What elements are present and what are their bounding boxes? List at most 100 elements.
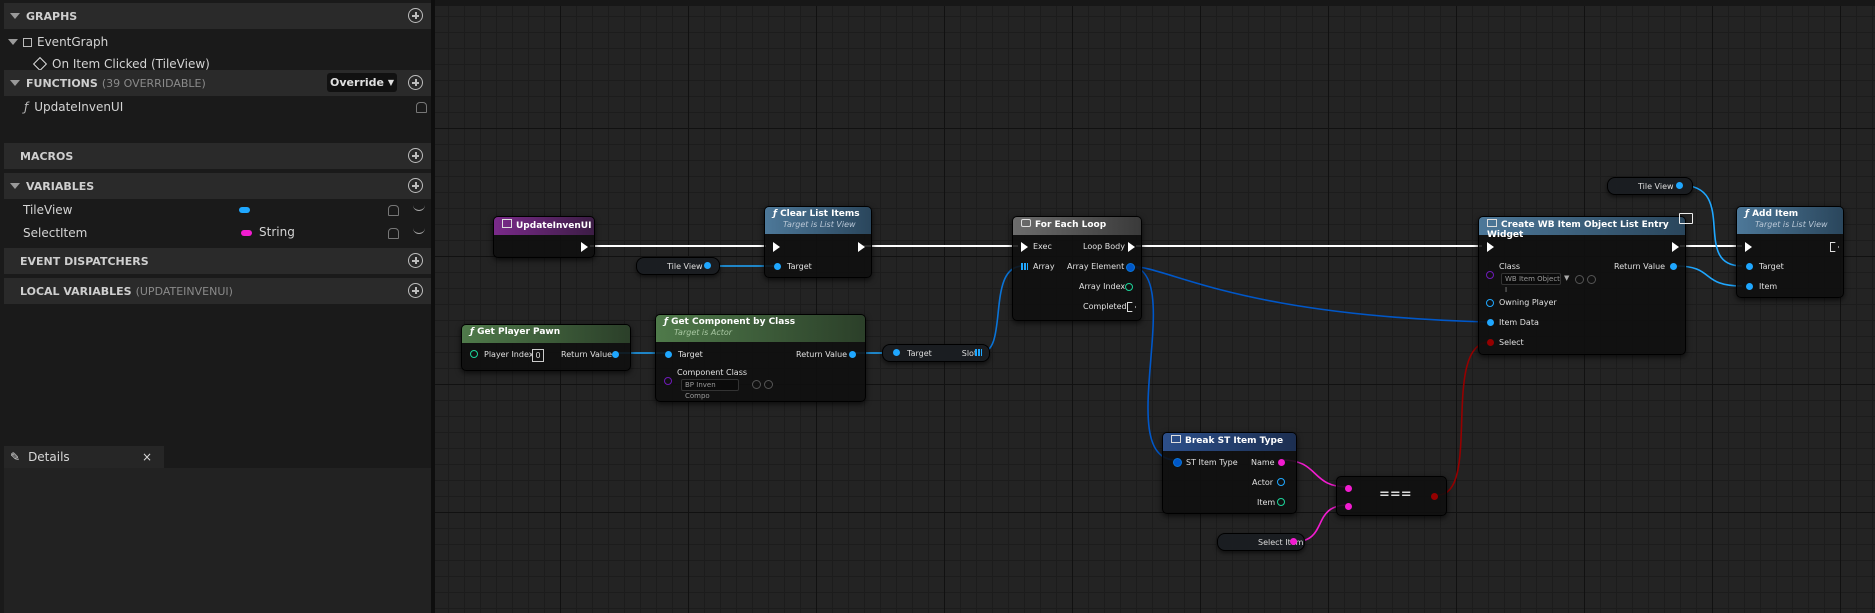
node-title: Clear List Items [780,209,860,219]
return-value-pin-label: Return Value [796,350,848,359]
browse-icon[interactable] [764,380,773,389]
target-input-pin[interactable] [665,351,672,358]
get-component-by-class-node[interactable]: ƒ Get Component by Class Target is Actor… [655,314,866,402]
exec-pin-label: Exec [1033,242,1052,251]
return-value-pin-label: Return Value [1614,262,1666,271]
object-wire [1679,184,1743,267]
component-class-value: BP Inven Compo [685,381,716,400]
select-input-pin[interactable] [1487,339,1494,346]
player-index-input[interactable]: 0 [532,349,544,362]
bool-wire [1437,341,1491,496]
function-icon: ƒ [773,209,777,219]
use-asset-icon[interactable] [1575,275,1584,284]
struct-wire [1127,265,1489,323]
return-value-pin-label: Return Value [561,350,613,359]
exec-output-pin[interactable] [1830,242,1839,252]
node-header: ƒ Add Item Target is List View [1737,207,1843,234]
exec-output-pin[interactable] [581,242,588,252]
target-pin-label: Target [678,350,703,359]
node-header: Create WB Item Object List Entry Widget [1479,213,1693,240]
exec-input-pin[interactable] [1021,242,1028,252]
name-pin-label: Name [1251,458,1275,467]
tileview-getter-node[interactable]: Tile View [636,257,720,275]
array-pin-label: Array [1033,262,1055,271]
name-output-pin[interactable] [1278,459,1285,466]
item-data-pin-label: Item Data [1499,318,1539,327]
return-value-output-pin[interactable] [612,351,619,358]
item-output-pin[interactable] [1277,498,1285,506]
exec-output-pin[interactable] [1672,242,1679,252]
node-header: ƒ Clear List Items Target is List View [765,207,871,234]
string-output-pin[interactable] [1290,538,1297,545]
player-index-input-pin[interactable] [470,350,478,358]
actor-pin-label: Actor [1252,478,1274,487]
cast-target-slot-node[interactable]: Target Slot [882,344,990,362]
array-element-output-pin[interactable] [1126,263,1135,272]
target-pin-label: Target [787,262,812,271]
array-index-pin-label: Array Index [1079,282,1126,291]
completed-output-pin[interactable] [1127,302,1136,312]
return-value-output-pin[interactable] [1670,263,1677,270]
macro-icon [1021,219,1031,227]
class-pin-label: Class [1499,262,1521,271]
node-header: ƒ Get Component by Class Target is Actor [656,315,865,342]
node-title: Add Item [1752,209,1799,219]
array-input-pin[interactable] [1021,263,1028,270]
slot-array-output-pin[interactable] [975,349,982,356]
a-input-pin[interactable] [1345,485,1352,492]
browse-icon[interactable] [1587,275,1596,284]
bool-output-pin[interactable] [1431,493,1438,500]
function-icon: ƒ [470,327,474,337]
node-title: UpdateInvenUI [516,221,592,231]
create-widget-node[interactable]: Create WB Item Object List Entry Widget … [1478,213,1693,355]
loop-body-output-pin[interactable] [1128,242,1135,252]
for-each-loop-node[interactable]: For Each Loop Exec Array Loop Body Array… [1012,216,1142,321]
item-data-input-pin[interactable] [1487,319,1494,326]
use-asset-icon[interactable] [752,380,761,389]
item-pin-label: Item [1257,498,1276,507]
b-input-pin[interactable] [1345,503,1352,510]
object-output-pin[interactable] [704,262,711,269]
target-input-pin[interactable] [1746,263,1753,270]
exec-input-pin[interactable] [773,242,780,252]
chevron-down-icon[interactable]: ▼ [1564,274,1569,282]
break-st-item-type-node[interactable]: Break ST Item Type ST Item Type Name Act… [1162,432,1297,514]
target-label: Target [907,348,932,358]
clear-list-items-node[interactable]: ƒ Clear List Items Target is List View T… [764,206,872,278]
monitor-icon [1679,213,1693,224]
item-input-pin[interactable] [1746,283,1753,290]
node-title: Create WB Item Object List Entry Widget [1487,220,1669,240]
class-select-dropdown[interactable]: WB Item Object I [1501,273,1561,294]
target-input-pin[interactable] [774,263,781,270]
target-pin-label: Target [1759,262,1784,271]
object-output-pin[interactable] [1676,182,1683,189]
function-icon: ƒ [664,317,668,327]
node-title: Break ST Item Type [1185,436,1284,446]
owning-player-input-pin[interactable] [1486,299,1494,307]
getter-label: Tile View [1638,181,1674,191]
actor-output-pin[interactable] [1277,478,1285,486]
tileview-getter-node[interactable]: Tile View [1607,177,1693,195]
node-header: Break ST Item Type [1163,433,1296,451]
break-struct-icon [1171,435,1181,443]
target-input-pin[interactable] [893,349,900,356]
loop-body-pin-label: Loop Body [1083,242,1125,251]
component-class-dropdown[interactable]: BP Inven Compo [681,379,739,400]
component-class-input-pin[interactable] [664,377,672,385]
exec-input-pin[interactable] [1487,242,1494,252]
equal-string-node[interactable]: === [1336,476,1447,516]
selectitem-getter-node[interactable]: Select Item [1217,533,1305,551]
owning-player-pin-label: Owning Player [1499,298,1557,307]
equal-operator-label: === [1379,487,1412,502]
class-input-pin[interactable] [1486,271,1494,279]
array-index-output-pin[interactable] [1125,283,1133,291]
exec-output-pin[interactable] [858,242,865,252]
exec-input-pin[interactable] [1745,242,1752,252]
return-value-output-pin[interactable] [849,351,856,358]
completed-pin-label: Completed [1083,302,1127,311]
node-title: Get Player Pawn [477,327,561,337]
get-player-pawn-node[interactable]: ƒ Get Player Pawn Player Index 0 Return … [461,324,631,371]
struct-input-pin[interactable] [1173,458,1182,467]
update-inven-ui-event-node[interactable]: UpdateInvenUI [493,216,595,258]
add-item-node[interactable]: ƒ Add Item Target is List View Target It… [1736,206,1844,298]
